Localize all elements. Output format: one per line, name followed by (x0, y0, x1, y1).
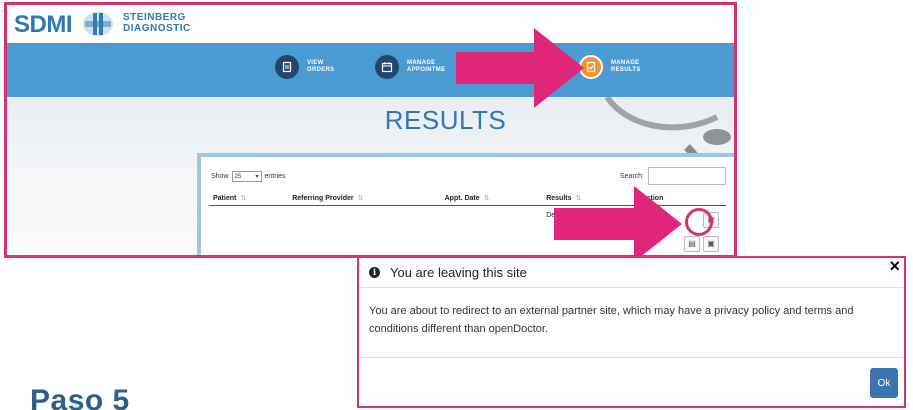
document-icon (275, 55, 299, 79)
nav-manage-appointments[interactable]: MANAGE APPOINTME (375, 55, 445, 79)
page-title: RESULTS (384, 105, 507, 135)
brand-bar: SDMI STEINBERG DIAGNOSTIC (7, 5, 734, 43)
view-report-button[interactable]: ▤ (684, 236, 700, 252)
top-navigation: VIEW ORDERS MANAGE APPOINTME MANAGE RESU… (7, 43, 734, 97)
column-appt-date[interactable]: Appt. Date ⇅ (440, 191, 543, 206)
brand-logo-icon (83, 12, 113, 36)
search-label: Search: (619, 172, 644, 180)
nav-manage-results[interactable]: MANAGE RESULTS (579, 55, 641, 79)
calendar-icon (375, 55, 399, 79)
dialog-header: i You are leaving this site × (359, 256, 904, 288)
close-icon[interactable]: × (889, 256, 900, 277)
leaving-site-dialog: i You are leaving this site × You are ab… (357, 256, 906, 408)
search-input[interactable] (648, 167, 726, 185)
info-icon: i (369, 267, 380, 278)
arrow-right-icon (456, 28, 584, 108)
dialog-footer: Ok (359, 358, 904, 406)
brand-subtitle: STEINBERG DIAGNOSTIC (123, 12, 191, 34)
step-title: Paso 5 (30, 384, 130, 410)
chevron-down-icon: ▾ (255, 174, 259, 180)
brand-logo-text: SDMI (14, 11, 73, 38)
action-highlight-circle (685, 208, 713, 236)
ok-button[interactable]: Ok (870, 368, 898, 398)
dialog-message: You are about to redirect to an external… (359, 288, 904, 358)
view-image-button-2[interactable]: ▣ (703, 236, 719, 252)
column-patient[interactable]: Patient ⇅ (209, 191, 289, 206)
nav-view-orders[interactable]: VIEW ORDERS (275, 55, 334, 79)
column-referring-provider[interactable]: Referring Provider ⇅ (288, 191, 441, 206)
arrow-right-icon-2 (554, 186, 682, 262)
entries-select[interactable]: 25 ▾ (231, 171, 262, 182)
dialog-title: You are leaving this site (390, 265, 527, 280)
